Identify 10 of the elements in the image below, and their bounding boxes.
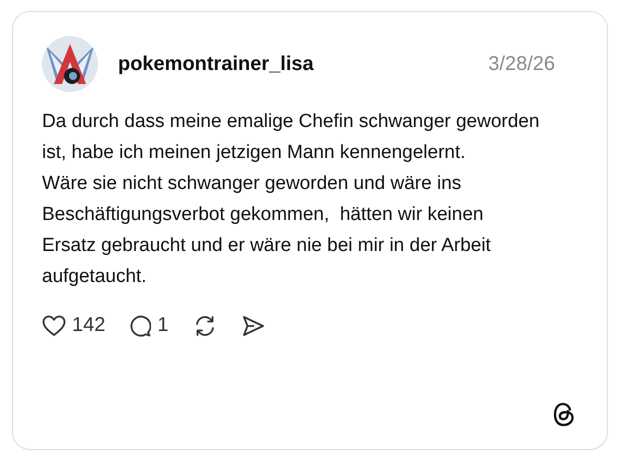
like-count: 142 xyxy=(72,314,106,337)
send-icon[interactable] xyxy=(240,314,264,336)
username[interactable]: pokemontrainer_lisa xyxy=(118,52,314,76)
post-date: 3/28/26 xyxy=(488,52,555,76)
comment-icon[interactable] xyxy=(129,314,152,336)
post-text: Wäre sie nicht schwanger geworden und wäre ins Beschäftigungsverbot gekommen, hätten wir keinen Ersatz gebraucht und er wäre nie bei mir in der Arbeit aufgetaucht. xyxy=(42,172,492,289)
logo-icon xyxy=(553,402,575,427)
reply-count: 1 xyxy=(157,314,168,337)
heart-icon[interactable] xyxy=(42,314,66,336)
post-text: Da durch dass meine emalige Chefin schwanger geworden ist, habe ich meinen jetzigen Mann kennengelernt. xyxy=(42,110,540,165)
